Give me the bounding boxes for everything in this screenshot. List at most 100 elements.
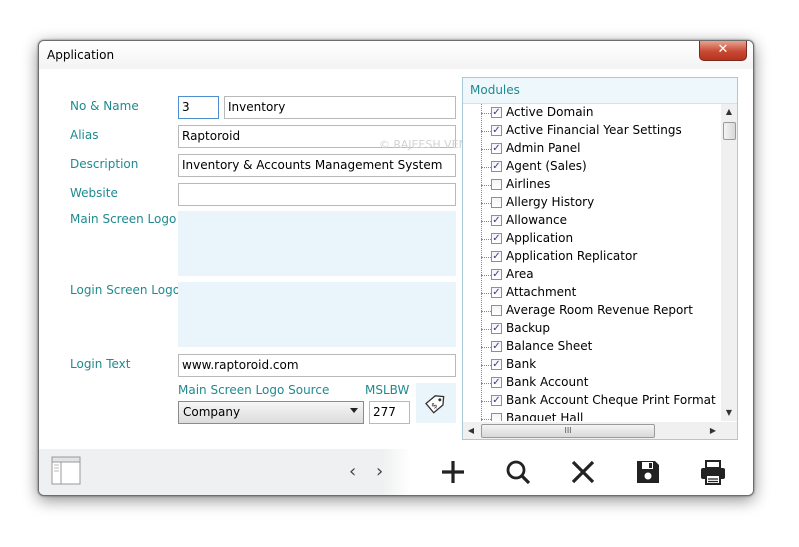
module-checkbox[interactable]: ✓ (491, 251, 502, 262)
add-button[interactable] (436, 455, 470, 489)
tree-connector (481, 329, 491, 330)
module-item[interactable]: ✓ Application (463, 230, 720, 248)
module-checkbox[interactable] (491, 179, 502, 190)
module-checkbox[interactable]: ✓ (491, 125, 502, 136)
module-checkbox[interactable]: ✓ (491, 143, 502, 154)
tree-connector (481, 257, 491, 258)
main-screen-logo-label: Main Screen Logo (70, 212, 177, 226)
delete-button[interactable] (566, 455, 600, 489)
tree-connector (481, 347, 491, 348)
tree-connector (481, 401, 491, 402)
tree-connector (481, 167, 491, 168)
module-checkbox[interactable]: ✓ (491, 107, 502, 118)
module-checkbox[interactable]: ✓ (491, 341, 502, 352)
logo-source-select[interactable]: Company (178, 401, 364, 424)
number-input[interactable]: 3 (178, 96, 219, 119)
price-tag-button[interactable]: $ (416, 383, 456, 423)
module-item[interactable]: ✓ Bank (463, 356, 720, 374)
scroll-grip: III (564, 426, 572, 435)
module-checkbox[interactable]: ✓ (491, 395, 502, 406)
search-button[interactable] (501, 455, 535, 489)
scroll-down-icon[interactable]: ▼ (721, 405, 737, 421)
scroll-right-icon[interactable]: ▶ (705, 422, 721, 439)
tree-connector (481, 113, 491, 114)
tree-connector (481, 131, 491, 132)
panel-toggle-button[interactable] (51, 456, 81, 485)
module-checkbox[interactable]: ✓ (491, 287, 502, 298)
module-checkbox[interactable]: ✓ (491, 233, 502, 244)
login-screen-logo-label: Login Screen Logo (70, 283, 181, 297)
previous-button[interactable]: ‹ (349, 461, 356, 482)
description-label: Description (70, 157, 139, 171)
module-item[interactable]: ✓ Allowance (463, 212, 720, 230)
modules-tree: ✓ Active Domain ✓ Active Financial Year Set… (463, 104, 720, 421)
application-window: Application ✕ No & Name Alias Descriptio… (38, 40, 754, 496)
module-item[interactable]: ✓ Admin Panel (463, 140, 720, 158)
module-item[interactable]: Airlines (463, 176, 720, 194)
module-checkbox[interactable]: ✓ (491, 215, 502, 226)
next-button[interactable]: › (376, 461, 383, 482)
logo-source-value: Company (183, 405, 241, 419)
printer-icon (701, 460, 725, 485)
module-label: Application Replicator (506, 249, 638, 263)
no-name-label: No & Name (70, 99, 139, 113)
window-title: Application (47, 48, 115, 62)
module-checkbox[interactable]: ✓ (491, 323, 502, 334)
modules-panel: Modules ✓ Active Domain ✓ Active Financial … (462, 77, 738, 440)
module-label: Balance Sheet (506, 339, 593, 353)
module-item[interactable]: ✓ Active Domain (463, 104, 720, 122)
module-item[interactable]: ✓ Balance Sheet (463, 338, 720, 356)
window-panel-icon (51, 456, 81, 485)
horizontal-scroll-thumb[interactable]: III (481, 424, 655, 438)
mslbw-input[interactable]: 277 (369, 401, 410, 424)
scroll-left-icon[interactable]: ◀ (463, 422, 479, 439)
module-label: Allergy History (506, 195, 595, 209)
tree-connector (481, 311, 491, 312)
close-button[interactable]: ✕ (699, 41, 747, 61)
name-input[interactable]: Inventory (224, 96, 456, 119)
plus-icon (442, 461, 464, 483)
login-text-input[interactable]: www.raptoroid.com (178, 354, 456, 377)
print-button[interactable] (696, 455, 730, 489)
mslbw-label: MSLBW (365, 383, 410, 397)
module-checkbox[interactable]: ✓ (491, 161, 502, 172)
form-content: No & Name Alias Description Website Main… (39, 69, 753, 495)
main-screen-logo-box[interactable] (178, 211, 456, 276)
tree-connector (481, 419, 491, 420)
website-input[interactable] (178, 183, 456, 206)
module-item[interactable]: ✓ Active Financial Year Settings (463, 122, 720, 140)
module-label: Admin Panel (506, 141, 581, 155)
module-label: Bank (506, 357, 537, 371)
module-label: Active Financial Year Settings (506, 123, 682, 137)
module-label: Area (506, 267, 534, 281)
module-label: Attachment (506, 285, 577, 299)
module-checkbox[interactable]: ✓ (491, 269, 502, 280)
module-checkbox[interactable] (491, 197, 502, 208)
footer-toolbar: ‹ › (39, 449, 753, 495)
module-item[interactable]: ✓ Agent (Sales) (463, 158, 720, 176)
horizontal-scrollbar[interactable]: ◀ III ▶ (463, 422, 721, 439)
module-item[interactable]: ✓ Bank Account Cheque Print Format (463, 392, 720, 410)
module-item[interactable]: ✓ Attachment (463, 284, 720, 302)
module-label: Active Domain (506, 105, 594, 119)
module-item[interactable]: ✓ Backup (463, 320, 720, 338)
module-item[interactable]: Banquet Hall (463, 410, 720, 421)
vertical-scrollbar[interactable]: ▲ ▼ (721, 104, 737, 421)
scroll-up-icon[interactable]: ▲ (721, 104, 737, 120)
module-label: Average Room Revenue Report (506, 303, 693, 317)
description-input[interactable]: Inventory & Accounts Management System (178, 154, 456, 177)
login-screen-logo-box[interactable] (178, 282, 456, 347)
module-item[interactable]: ✓ Application Replicator (463, 248, 720, 266)
module-item[interactable]: ✓ Bank Account (463, 374, 720, 392)
module-label: Bank Account Cheque Print Format (506, 393, 716, 407)
module-checkbox[interactable] (491, 413, 502, 421)
module-checkbox[interactable] (491, 305, 502, 316)
vertical-scroll-thumb[interactable] (723, 122, 736, 140)
module-item[interactable]: Average Room Revenue Report (463, 302, 720, 320)
search-icon (506, 460, 531, 485)
module-item[interactable]: ✓ Area (463, 266, 720, 284)
save-button[interactable] (631, 455, 665, 489)
module-checkbox[interactable]: ✓ (491, 377, 502, 388)
module-item[interactable]: Allergy History (463, 194, 720, 212)
module-checkbox[interactable]: ✓ (491, 359, 502, 370)
